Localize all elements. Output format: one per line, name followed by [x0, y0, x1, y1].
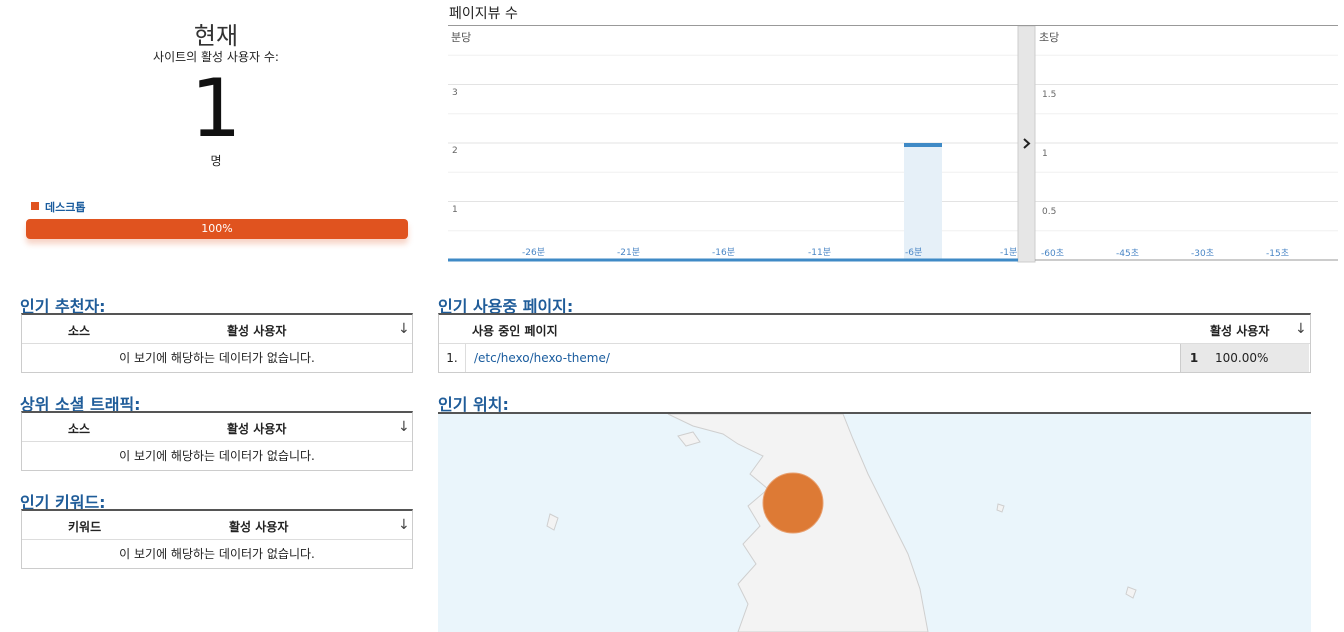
top-pages-table: 사용 중인 페이지 활성 사용자 ↓ 1. /etc/hexo/hexo-the…: [438, 313, 1311, 373]
page-link[interactable]: /etc/hexo/hexo-theme/: [474, 344, 610, 372]
col-active-users[interactable]: 활성 사용자: [227, 420, 286, 437]
active-user-count: 1: [190, 62, 242, 155]
minute-bars: [904, 143, 942, 260]
bar-hover-highlight: [904, 143, 942, 260]
x-tick-minute: -26분: [522, 248, 545, 258]
col-active-users[interactable]: 활성 사용자: [1210, 322, 1269, 339]
pageviews-chart-title: 페이지뷰 수: [449, 6, 518, 22]
y-tick-second: 0.5: [1042, 207, 1057, 217]
empty-message: 이 보기에 해당하는 데이터가 없습니다.: [119, 547, 315, 561]
table-header: 사용 중인 페이지 활성 사용자 ↓: [439, 315, 1310, 344]
row-user-count: 1: [1180, 344, 1207, 372]
col-source[interactable]: 소스: [68, 420, 90, 437]
pageviews-chart: [448, 26, 1338, 263]
desktop-legend-swatch: [31, 202, 39, 210]
col-active-page[interactable]: 사용 중인 페이지: [472, 322, 558, 339]
x-tick-second: -45초: [1116, 249, 1139, 259]
sort-down-icon[interactable]: ↓: [398, 419, 410, 435]
top-keywords-table: 키워드 활성 사용자 ↓ 이 보기에 해당하는 데이터가 없습니다.: [21, 509, 413, 569]
x-tick-second: -30초: [1191, 249, 1214, 259]
col-active-users[interactable]: 활성 사용자: [229, 518, 288, 535]
top-social-table: 소스 활성 사용자 ↓ 이 보기에 해당하는 데이터가 없습니다.: [21, 411, 413, 471]
device-share-bar[interactable]: 100%: [26, 219, 408, 239]
table-row[interactable]: 1. /etc/hexo/hexo-theme/ 1 100.00%: [439, 344, 1310, 372]
desktop-legend-label: 데스크톱: [45, 201, 86, 214]
col-keyword[interactable]: 키워드: [68, 518, 101, 535]
y-tick-minute: 2: [452, 146, 458, 156]
y-tick-second: 1.5: [1042, 90, 1057, 100]
island-shape: [546, 513, 559, 531]
row-user-percent: 100.00%: [1207, 344, 1309, 372]
location-map[interactable]: [438, 412, 1311, 632]
y-tick-minute: 3: [452, 88, 458, 98]
top-referrers-table: 소스 활성 사용자 ↓ 이 보기에 해당하는 데이터가 없습니다.: [21, 313, 413, 373]
y-tick-second: 1: [1042, 149, 1048, 159]
x-tick-minute: -11분: [808, 248, 831, 258]
empty-message: 이 보기에 해당하는 데이터가 없습니다.: [119, 449, 315, 463]
sort-down-icon[interactable]: ↓: [1295, 321, 1307, 337]
location-bubble[interactable]: [762, 472, 824, 534]
empty-message: 이 보기에 해당하는 데이터가 없습니다.: [119, 351, 315, 365]
second-gridlines: [1035, 54, 1338, 232]
island-shape: [1125, 586, 1137, 599]
expand-panel-handle[interactable]: [1017, 26, 1036, 263]
x-tick-minute: -16분: [712, 248, 735, 258]
y-tick-minute: 1: [452, 205, 458, 215]
active-user-unit: 명: [210, 154, 222, 168]
island-shape: [677, 431, 701, 447]
korea-map: [546, 414, 1137, 632]
x-tick-minute: -1분: [1000, 248, 1018, 258]
row-index: 1.: [439, 344, 466, 372]
x-tick-second: -15초: [1266, 249, 1289, 259]
x-tick-minute: -6분: [905, 248, 923, 258]
table-header: 소스 활성 사용자 ↓: [22, 413, 412, 442]
realtime-title: 현재: [193, 22, 239, 50]
col-active-users[interactable]: 활성 사용자: [227, 322, 286, 339]
pageview-bar[interactable]: [904, 143, 942, 147]
table-header: 소스 활성 사용자 ↓: [22, 315, 412, 344]
x-tick-minute: -21분: [617, 248, 640, 258]
x-tick-second: -60초: [1041, 249, 1064, 259]
island-shape: [996, 503, 1005, 513]
sort-down-icon[interactable]: ↓: [398, 321, 410, 337]
table-header: 키워드 활성 사용자 ↓: [22, 511, 412, 540]
sort-down-icon[interactable]: ↓: [398, 517, 410, 533]
col-source[interactable]: 소스: [68, 322, 90, 339]
